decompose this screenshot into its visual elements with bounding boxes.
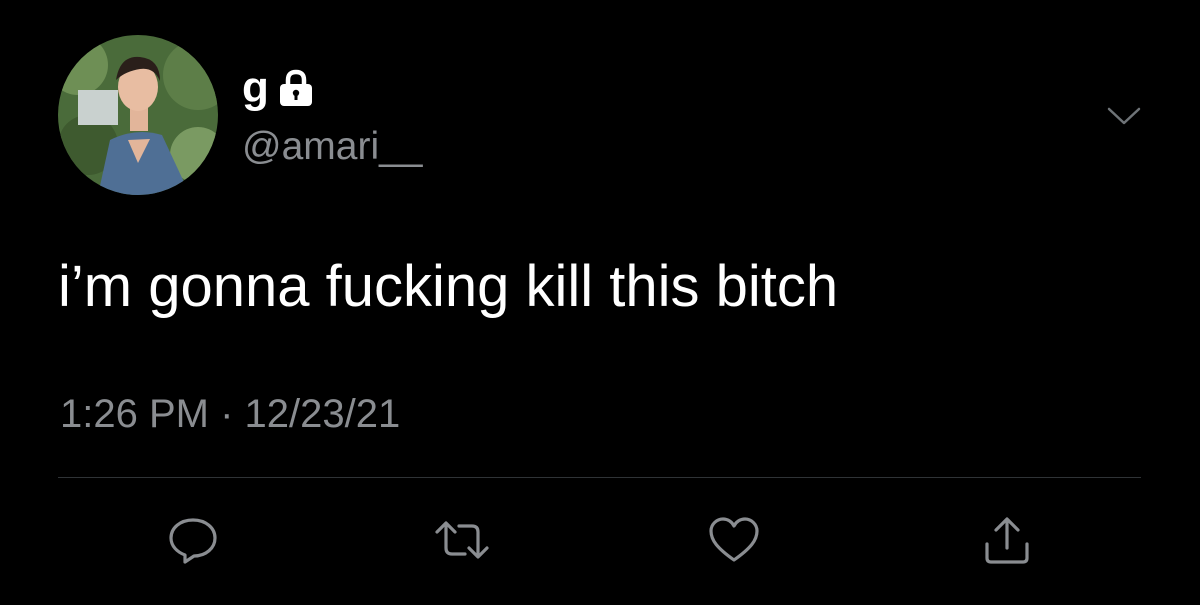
lock-icon — [277, 68, 315, 108]
chevron-down-icon[interactable] — [1105, 101, 1143, 131]
retweet-icon — [433, 518, 491, 562]
avatar-image — [58, 35, 218, 195]
share-button[interactable] — [972, 505, 1042, 575]
heart-icon — [707, 516, 761, 564]
tweet-text: i’m gonna fucking kill this bitch — [58, 254, 839, 319]
divider — [58, 477, 1141, 478]
timestamp[interactable]: 1:26 PM · 12/23/21 — [60, 390, 400, 438]
user-handle[interactable]: @amari__ — [242, 125, 423, 169]
reply-button[interactable] — [158, 505, 228, 575]
retweet-button[interactable] — [427, 505, 497, 575]
tweet: g @amari__ i’m gonna fucking kill this b… — [0, 0, 1200, 605]
like-button[interactable] — [699, 505, 769, 575]
display-name[interactable]: g — [242, 66, 269, 110]
avatar[interactable] — [58, 35, 218, 195]
reply-icon — [166, 515, 220, 565]
user-name-row: g — [242, 66, 315, 110]
action-bar — [0, 505, 1200, 575]
share-icon — [981, 514, 1033, 566]
